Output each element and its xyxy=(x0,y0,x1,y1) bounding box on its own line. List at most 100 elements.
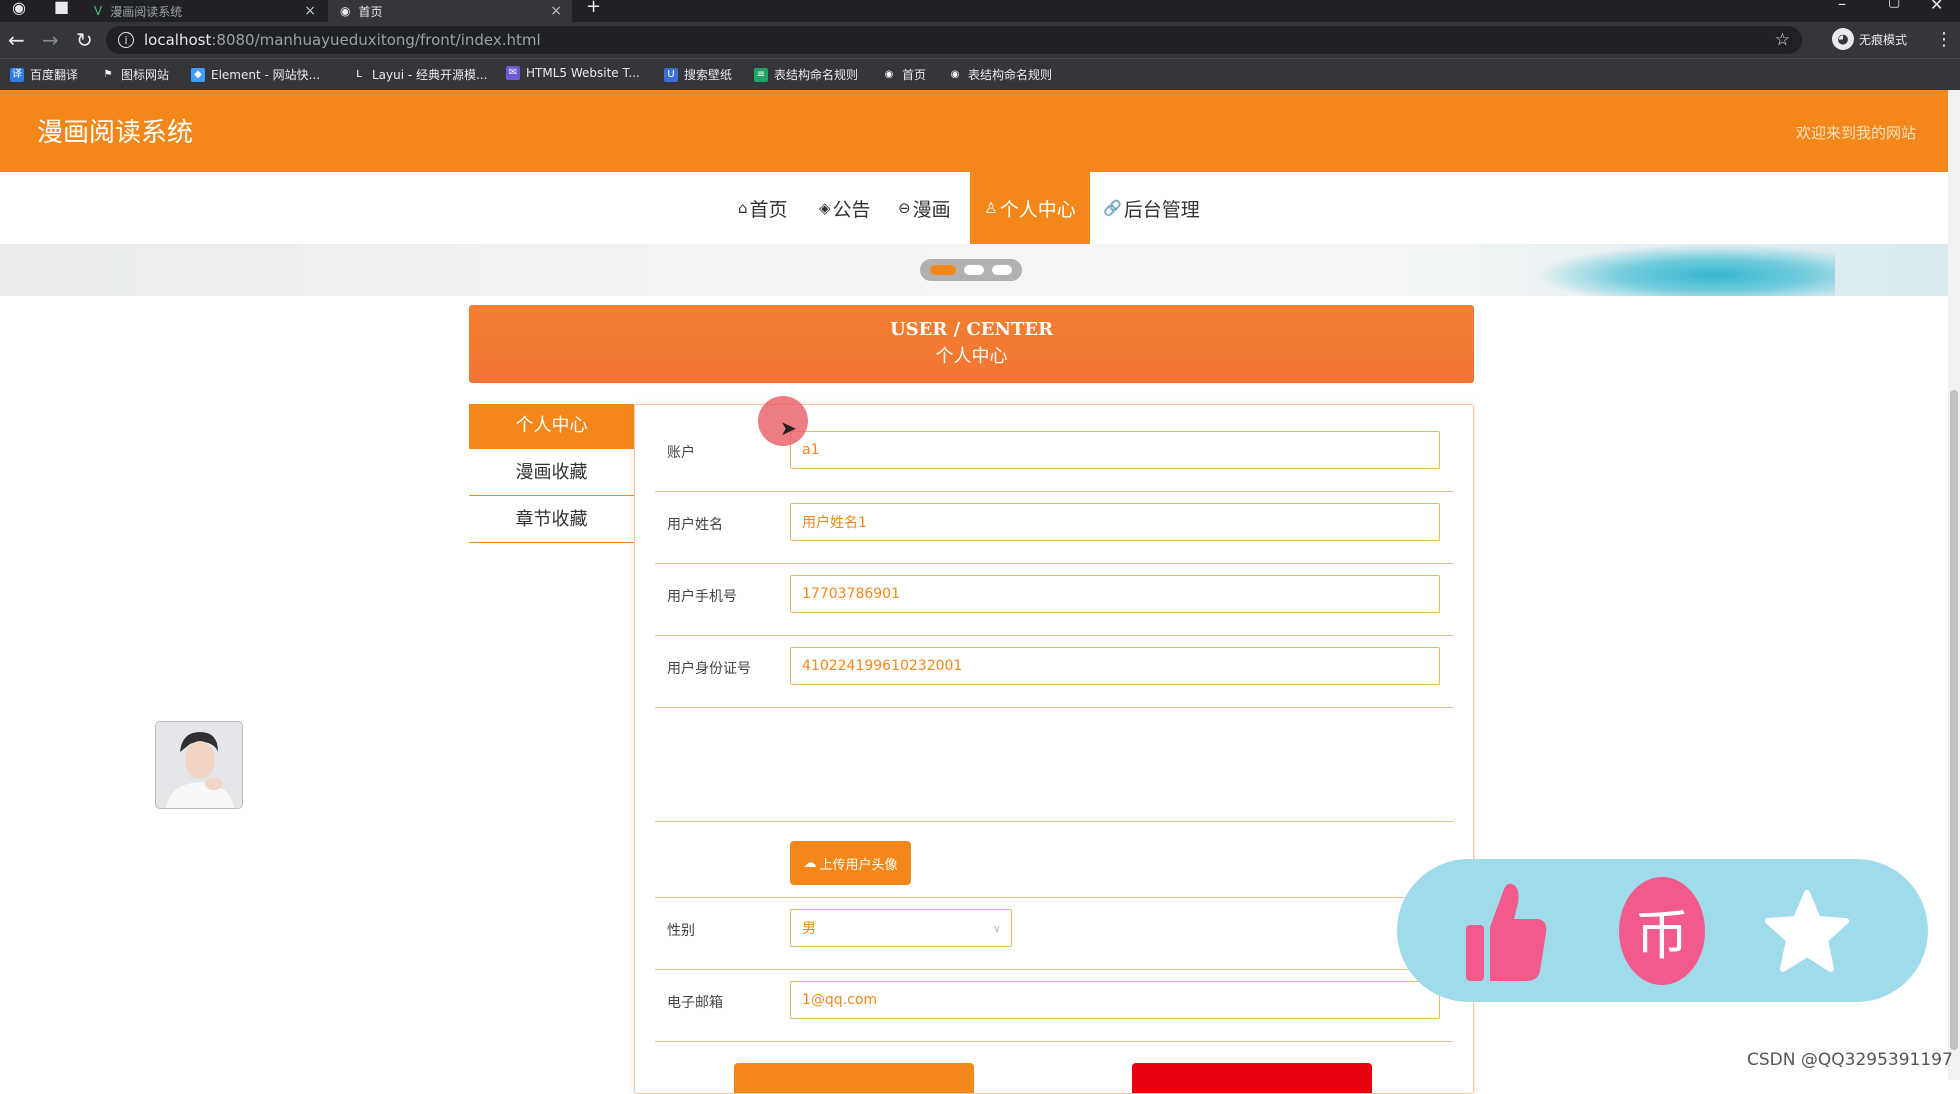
profile-form: 账户 a1 用户姓名 用户姓名1 用户手机号 17703786901 用户身份证… xyxy=(634,404,1474,1094)
incognito-indicator[interactable]: ◕ 无痕模式 xyxy=(1832,28,1907,50)
menu-item-notice[interactable]: ◈ 公告 xyxy=(819,172,871,244)
bookmark-star-icon[interactable]: ☆ xyxy=(1775,30,1790,50)
bookmark-item[interactable]: ≡ 表结构命名规则 xyxy=(754,66,858,83)
coin-icon[interactable]: 币 xyxy=(1619,859,1705,1002)
layers-icon: ◈ xyxy=(819,199,831,217)
carousel-indicators xyxy=(920,259,1022,281)
account-input[interactable]: a1 xyxy=(790,431,1440,469)
new-tab-button[interactable]: + xyxy=(586,0,601,17)
html5-icon: ✉ xyxy=(506,66,520,80)
bookmark-item[interactable]: ◉ 表结构命名规则 xyxy=(948,66,1052,83)
thumbs-up-icon[interactable] xyxy=(1451,859,1561,1002)
cursor-icon: ➤ xyxy=(780,416,797,440)
bookmark-item[interactable]: 译百度翻译 xyxy=(10,66,78,83)
forward-icon[interactable]: → xyxy=(42,28,59,52)
globe-icon: ◉ xyxy=(950,68,960,80)
user-center-header: USER / CENTER 个人中心 xyxy=(469,305,1474,383)
bookmark-item[interactable]: ⚑ 图标网站 xyxy=(101,66,170,83)
form-row-avatar xyxy=(655,707,1453,822)
tab-home[interactable]: ◉ 首页 × xyxy=(328,0,572,22)
close-tab-icon[interactable]: × xyxy=(540,3,572,19)
user-sidebar: 个人中心 漫画收藏 章节收藏 xyxy=(469,404,634,545)
email-label: 电子邮箱 xyxy=(667,995,723,1011)
idcard-label: 用户身份证号 xyxy=(667,661,751,677)
welcome-text: 欢迎来到我的网站 xyxy=(1795,124,1916,142)
bookmark-item[interactable]: L Layui - 经典开源模... xyxy=(352,66,487,83)
cloud-upload-icon: ☁ xyxy=(803,855,817,871)
logout-button[interactable] xyxy=(1132,1063,1372,1093)
save-button[interactable] xyxy=(734,1063,974,1093)
triple-action-overlay: 币 xyxy=(1397,859,1928,1002)
account-label: 账户 xyxy=(667,445,695,461)
form-row-email: 电子邮箱 1@qq.com xyxy=(655,969,1453,1042)
email-input[interactable]: 1@qq.com xyxy=(790,981,1440,1019)
chrome-icon: ◉ xyxy=(12,0,26,17)
sheet-icon: ≡ xyxy=(754,67,768,82)
bookmark-item[interactable]: ◆ Element - 网站快... xyxy=(191,66,320,83)
site-header: 漫画阅读系统 欢迎来到我的网站 xyxy=(0,90,1948,172)
reload-icon[interactable]: ↻ xyxy=(76,28,93,52)
window-icon[interactable]: ■ xyxy=(54,0,69,16)
gender-select[interactable]: 男 ∨ xyxy=(790,909,1012,947)
browser-tabbar: ◉ ■ V 漫画阅读系统 × ◉ 首页 × + – ▢ ✕ xyxy=(0,0,1960,22)
carousel-dot[interactable] xyxy=(964,265,984,275)
carousel-dot[interactable] xyxy=(992,265,1012,275)
thumbs-up-glyph xyxy=(1466,883,1547,981)
star-icon[interactable] xyxy=(1757,859,1857,1002)
site-title: 漫画阅读系统 xyxy=(37,118,194,148)
sidebar-item-user-center[interactable]: 个人中心 xyxy=(469,404,634,449)
form-row-name: 用户姓名 用户姓名1 xyxy=(655,491,1453,564)
flag-icon: ⚑ xyxy=(103,68,113,80)
globe-icon: ◉ xyxy=(340,4,351,18)
address-bar-row: ← → ↻ i localhost:8080/manhuayueduxitong… xyxy=(0,22,1960,58)
link-icon: 🔗 xyxy=(1103,199,1122,217)
sidebar-item-chapter-favorites[interactable]: 章节收藏 xyxy=(469,498,634,543)
incognito-icon: ◕ xyxy=(1832,28,1854,50)
close-tab-icon[interactable]: × xyxy=(294,3,326,19)
watermark: CSDN @QQ3295391197 xyxy=(1747,1050,1953,1070)
translate-icon: 译 xyxy=(10,67,24,82)
menu-item-home[interactable]: ⌂ 首页 xyxy=(738,172,788,244)
bookmark-item[interactable]: ◉ 首页 xyxy=(882,66,926,83)
layui-icon: L xyxy=(356,68,362,80)
chevron-down-icon: ∨ xyxy=(992,921,1001,935)
globe-icon: ◉ xyxy=(884,68,894,80)
url-field[interactable]: i localhost:8080/manhuayueduxitong/front… xyxy=(106,26,1802,54)
page-scrollbar[interactable] xyxy=(1948,90,1960,1080)
main-menu: ⌂ 首页 ◈ 公告 ⊖ 漫画 ♙ 个人中心 🔗 后台管理 xyxy=(0,172,1948,244)
bookmarks-bar: 译百度翻译 ⚑ 图标网站 ◆ Element - 网站快... L Layui - 经… xyxy=(0,58,1960,90)
name-label: 用户姓名 xyxy=(667,517,723,533)
comic-icon: ⊖ xyxy=(898,199,911,217)
vue-icon: V xyxy=(94,4,103,18)
carousel-dot[interactable] xyxy=(930,265,956,275)
gender-label: 性别 xyxy=(667,923,695,939)
tab-manhua[interactable]: V 漫画阅读系统 × xyxy=(88,0,326,22)
avatar-photo xyxy=(156,722,242,808)
idcard-input[interactable]: 410224199610232001 xyxy=(790,647,1440,685)
form-row-upload xyxy=(655,821,1453,898)
menu-kebab-icon[interactable]: ⋮ xyxy=(1935,29,1953,50)
bookmark-item[interactable]: U 搜索壁纸 xyxy=(664,66,732,83)
form-row-gender: 性别 男 ∨ xyxy=(655,897,1453,970)
info-icon[interactable]: i xyxy=(118,32,134,48)
sidebar-item-comic-favorites[interactable]: 漫画收藏 xyxy=(469,451,634,496)
name-input[interactable]: 用户姓名1 xyxy=(790,503,1440,541)
menu-item-admin[interactable]: 🔗 后台管理 xyxy=(1103,172,1200,244)
wallpaper-icon: U xyxy=(664,67,678,82)
home-icon: ⌂ xyxy=(738,199,748,217)
user-center-title-cn: 个人中心 xyxy=(935,346,1008,367)
avatar xyxy=(155,721,243,809)
phone-label: 用户手机号 xyxy=(667,589,737,605)
element-icon: ◆ xyxy=(191,67,205,82)
minimize-icon[interactable]: – xyxy=(1838,0,1846,13)
close-window-icon[interactable]: ✕ xyxy=(1930,0,1943,14)
menu-item-user-center[interactable]: ♙ 个人中心 xyxy=(970,172,1090,244)
upload-avatar-button[interactable]: ☁ 上传用户头像 xyxy=(790,841,911,885)
maximize-icon[interactable]: ▢ xyxy=(1888,0,1900,10)
scrollbar-thumb[interactable] xyxy=(1950,390,1958,1050)
bookmark-item[interactable]: ✉ HTML5 Website T... xyxy=(506,66,640,80)
phone-input[interactable]: 17703786901 xyxy=(790,575,1440,613)
banner-image xyxy=(1535,244,1835,296)
back-icon[interactable]: ← xyxy=(8,28,25,52)
menu-item-comics[interactable]: ⊖ 漫画 xyxy=(898,172,951,244)
